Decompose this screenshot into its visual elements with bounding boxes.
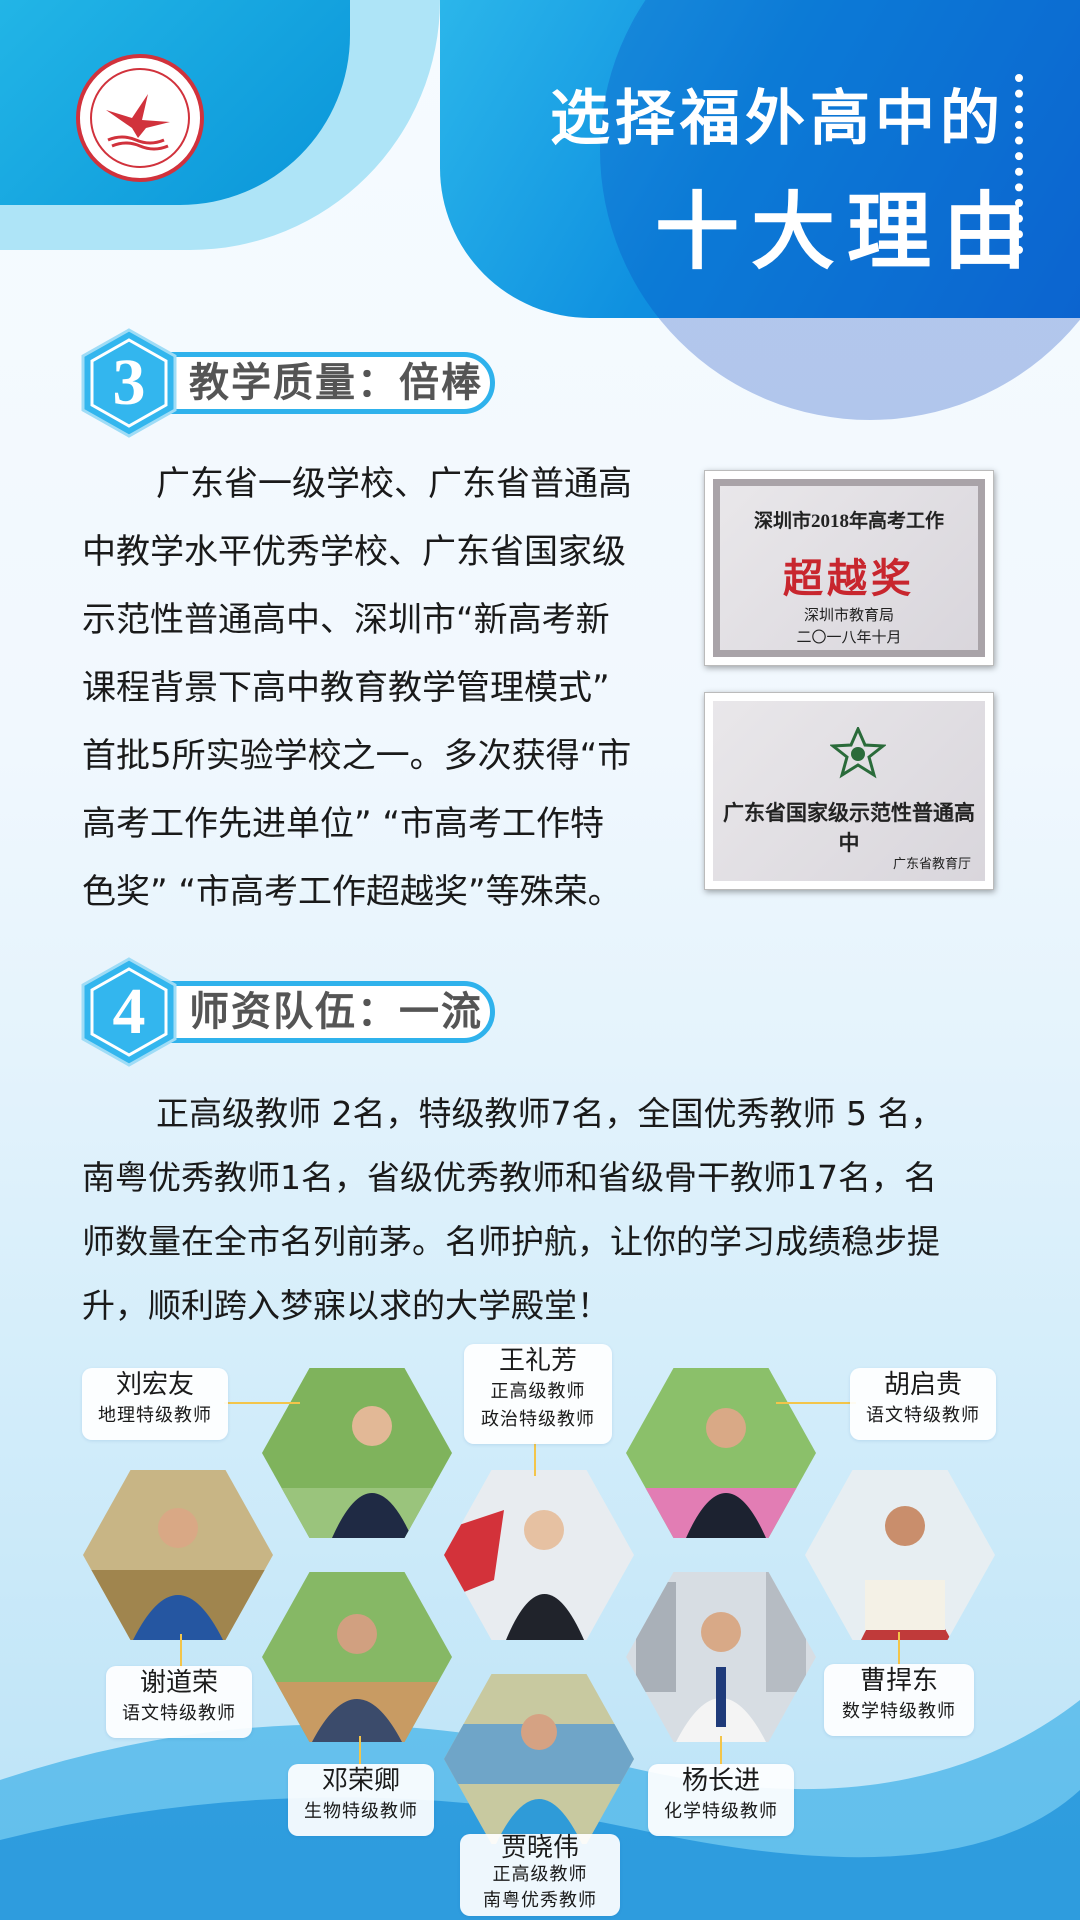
poster: 选择福外高中的 十大理由 教学质量：倍棒 3 广东省一级学校、广东省普通高 中教…	[0, 0, 1080, 1920]
section4-line: 升，顺利跨入梦寐以求的大学殿堂！	[82, 1286, 610, 1325]
section3-paragraph: 广东省一级学校、广东省普通高 中教学水平优秀学校、广东省国家级 示范性普通高中、…	[82, 450, 632, 926]
teacher-label-yang: 杨长进 化学特级教师	[648, 1764, 794, 1836]
teacher-name: 刘宏友	[115, 1370, 194, 1400]
teacher-label-cao: 曹捍东 数学特级教师	[824, 1664, 974, 1736]
section3-line: 高考工作先进单位” “市高考工作特	[82, 804, 605, 844]
header-title-line1: 选择福外高中的	[550, 84, 1005, 154]
connector-line	[224, 1402, 300, 1404]
cert1-heading: 深圳市2018年高考工作	[753, 511, 944, 532]
section3-line: 首批5所实验学校之一。多次获得“市	[82, 736, 632, 776]
teacher-title: 语文特级教师	[122, 1703, 236, 1724]
section4-paragraph: 正高级教师 2名，特级教师7名，全国优秀教师 5 名， 南粤优秀教师1名，省级优…	[82, 1082, 943, 1338]
teacher-name: 胡启贵	[883, 1370, 962, 1400]
teacher-title: 化学特级教师	[664, 1801, 778, 1822]
section4-number: 4	[112, 975, 146, 1048]
section3-title: 教学质量：倍棒	[189, 360, 483, 406]
teacher-label-deng: 邓荣卿 生物特级教师	[288, 1764, 434, 1836]
teacher-photo-hu	[626, 1368, 816, 1538]
section3-line: 示范性普通高中、深圳市“新高考新	[82, 600, 610, 640]
section3-number-badge: 3	[80, 328, 178, 438]
cert2-issuer: 广东省教育厅	[892, 856, 971, 871]
connector-line	[359, 1736, 361, 1766]
teacher-label-jia: 贾晓伟 正高级教师 南粤优秀教师	[460, 1834, 620, 1916]
section3-line: 课程背景下高中教育教学管理模式”	[82, 668, 610, 708]
connector-line	[776, 1402, 856, 1404]
teacher-title: 正高级教师	[490, 1381, 586, 1402]
teacher-photo-wang	[444, 1470, 634, 1640]
teacher-name: 杨长进	[681, 1766, 760, 1796]
teacher-title: 地理特级教师	[98, 1405, 212, 1426]
emblem-star-icon	[830, 727, 886, 779]
section3-line: 色奖” “市高考工作超越奖”等殊荣。	[82, 872, 622, 912]
teacher-label-xie: 谢道荣 语文特级教师	[106, 1666, 252, 1738]
section3-heading: 教学质量：倍棒	[130, 352, 495, 414]
bird-emblem-icon	[106, 94, 170, 151]
teacher-title: 南粤优秀教师	[483, 1890, 597, 1911]
section3-number: 3	[112, 346, 146, 419]
teacher-label-hu: 胡启贵 语文特级教师	[850, 1368, 996, 1440]
connector-line	[534, 1442, 536, 1476]
teacher-name: 曹捍东	[859, 1666, 938, 1696]
connector-line	[180, 1634, 182, 1668]
cert2-title: 广东省国家级示范性普通高中	[723, 801, 975, 855]
teacher-title: 正高级教师	[492, 1864, 588, 1885]
teacher-name: 贾晓伟	[500, 1833, 579, 1863]
teacher-name: 王礼芳	[498, 1346, 577, 1376]
header-title-line2: 十大理由	[655, 183, 1040, 281]
teacher-photo-liu	[262, 1368, 452, 1538]
teacher-title: 语文特级教师	[866, 1405, 980, 1426]
teacher-name: 谢道荣	[139, 1668, 218, 1698]
section3-line: 广东省一级学校、广东省普通高	[156, 464, 632, 504]
section4-line: 正高级教师 2名，特级教师7名，全国优秀教师 5 名，	[156, 1094, 944, 1133]
teacher-title: 政治特级教师	[481, 1409, 595, 1430]
section4-line: 南粤优秀教师1名，省级优秀教师和省级骨干教师17名，名	[82, 1158, 937, 1197]
dotted-divider	[1015, 74, 1031, 254]
teacher-title: 数学特级教师	[842, 1701, 956, 1722]
teacher-title: 生物特级教师	[304, 1801, 418, 1822]
section4-line: 师数量在全市名列前茅。名师护航，让你的学习成绩稳步提	[82, 1222, 940, 1261]
cert1-award: 超越奖	[783, 556, 915, 601]
section4-heading: 师资队伍：一流	[130, 981, 495, 1043]
certificate-model-school: 广东省国家级示范性普通高中 广东省教育厅	[704, 692, 994, 890]
connector-line	[898, 1632, 900, 1666]
certificate-gaokao-award: 深圳市2018年高考工作 超越奖 深圳市教育局 二〇一八年十月	[704, 470, 994, 666]
teacher-photo-cao	[805, 1470, 995, 1640]
section3-line: 中教学水平优秀学校、广东省国家级	[82, 532, 626, 572]
cert1-issuer: 深圳市教育局	[803, 608, 894, 624]
section4-title: 师资队伍：一流	[189, 989, 483, 1035]
section4-number-badge: 4	[80, 957, 178, 1067]
teacher-label-liu: 刘宏友 地理特级教师	[82, 1368, 228, 1440]
teacher-name: 邓荣卿	[321, 1766, 400, 1796]
connector-line	[720, 1736, 722, 1766]
cert1-date: 二〇一八年十月	[796, 630, 902, 646]
teacher-photo-xie	[83, 1470, 273, 1640]
header-left-band	[0, 0, 440, 250]
school-logo	[76, 54, 204, 182]
teacher-label-wang: 王礼芳 正高级教师 政治特级教师	[464, 1344, 612, 1444]
